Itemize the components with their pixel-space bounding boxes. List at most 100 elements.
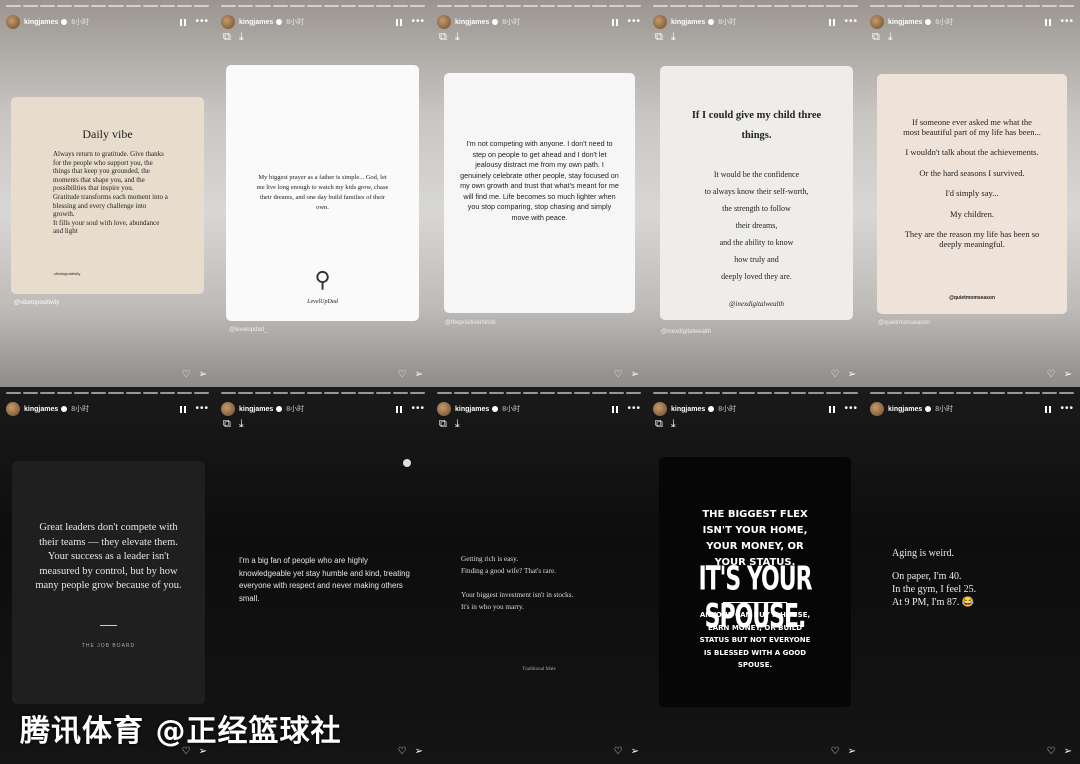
- pause-icon[interactable]: [180, 405, 187, 413]
- story-panel[interactable]: kingjames 8小时 ••• ⧉ ⤓ THE BIGGEST FLEX ISN'T …: [647, 387, 864, 764]
- avatar[interactable]: [437, 402, 451, 416]
- card-line: At 9 PM, I'm 87. 😂: [892, 597, 975, 608]
- username[interactable]: kingjames: [24, 406, 58, 413]
- avatar[interactable]: [6, 402, 20, 416]
- pause-icon[interactable]: [612, 18, 619, 26]
- pause-icon[interactable]: [612, 405, 619, 413]
- like-icon[interactable]: ♡: [614, 369, 623, 380]
- more-icon[interactable]: •••: [195, 404, 209, 414]
- avatar[interactable]: [221, 15, 235, 29]
- more-icon[interactable]: •••: [411, 17, 425, 27]
- like-icon[interactable]: ♡: [1047, 369, 1056, 380]
- send-icon[interactable]: ➢: [415, 369, 423, 380]
- like-icon[interactable]: ♡: [398, 746, 407, 757]
- send-icon[interactable]: ➢: [848, 369, 856, 380]
- send-icon[interactable]: ➢: [415, 746, 423, 757]
- avatar[interactable]: [6, 15, 20, 29]
- avatar[interactable]: [870, 15, 884, 29]
- download-icon[interactable]: ⤓: [455, 418, 460, 431]
- card-signature: THE JOB BOARD: [81, 643, 136, 649]
- story-panel[interactable]: kingjames 8小时 ••• ⧉ ⤓ I'm not competing with …: [431, 0, 647, 387]
- source-handle[interactable]: @levelupdad_: [229, 327, 267, 333]
- story-panel[interactable]: kingjames 8小时 ••• @KanheelonAging is weird.…: [864, 387, 1080, 764]
- story-panel[interactable]: kingjames 8小时 ••• ⧉ ⤓ Getting rich is easy. Fi…: [431, 387, 647, 764]
- progress-segment: [40, 5, 56, 7]
- like-icon[interactable]: ♡: [182, 369, 191, 380]
- pause-icon[interactable]: [829, 18, 836, 26]
- source-handle[interactable]: @vibetopositivity: [14, 300, 59, 306]
- open-link-icon[interactable]: ⧉: [655, 31, 663, 44]
- open-link-icon[interactable]: ⧉: [439, 418, 447, 431]
- download-icon[interactable]: ⤓: [455, 31, 460, 44]
- username[interactable]: kingjames: [888, 406, 922, 413]
- post-time: 8小时: [718, 406, 737, 413]
- source-handle[interactable]: @inexdigitalwealth: [661, 329, 711, 335]
- progress-segment: [358, 5, 374, 7]
- send-icon[interactable]: ➢: [631, 746, 639, 757]
- like-icon[interactable]: ♡: [398, 369, 407, 380]
- more-icon[interactable]: •••: [844, 404, 858, 414]
- username[interactable]: kingjames: [671, 19, 705, 26]
- avatar[interactable]: [437, 15, 451, 29]
- source-handle[interactable]: @quietmomseason: [878, 320, 930, 326]
- avatar[interactable]: [870, 402, 884, 416]
- open-link-icon[interactable]: ⧉: [872, 31, 880, 44]
- pause-bar: [616, 405, 619, 413]
- like-icon[interactable]: ♡: [614, 746, 623, 757]
- username[interactable]: kingjames: [888, 19, 922, 26]
- username[interactable]: kingjames: [239, 19, 273, 26]
- send-icon[interactable]: ➢: [1064, 746, 1072, 757]
- pause-bar: [400, 405, 403, 413]
- more-icon[interactable]: •••: [844, 17, 858, 27]
- send-icon[interactable]: ➢: [1064, 369, 1072, 380]
- more-icon[interactable]: •••: [1060, 404, 1074, 414]
- story-panel[interactable]: kingjames 8小时 ••• ⧉ ⤓ If someone ever asked m…: [864, 0, 1080, 387]
- username[interactable]: kingjames: [455, 19, 489, 26]
- send-icon[interactable]: ➢: [848, 746, 856, 757]
- more-icon[interactable]: •••: [627, 404, 641, 414]
- source-handle[interactable]: @thepositiveminds: [445, 320, 496, 326]
- pause-bar: [833, 405, 836, 413]
- more-icon[interactable]: •••: [627, 17, 641, 27]
- like-icon[interactable]: ♡: [831, 369, 840, 380]
- story-panel[interactable]: kingjames 8小时 ••• ⧉ ⤓ My biggest prayer as a …: [215, 0, 431, 387]
- card-bottom-text: ANYONE CAN BUY A HOUSE, EARN MONEY, OR B…: [699, 611, 811, 669]
- open-link-icon[interactable]: ⧉: [223, 31, 231, 44]
- story-header: kingjames 8小时 •••: [221, 400, 425, 418]
- card-line: deeply loved they are.: [721, 272, 792, 281]
- avatar[interactable]: [221, 402, 235, 416]
- progress-segment: [437, 392, 453, 394]
- story-panel[interactable]: kingjames 8小时 ••• Daily vibe Always return t…: [0, 0, 215, 387]
- story-panel[interactable]: kingjames 8小时 ••• ⧉ ⤓ If I could give my chil…: [647, 0, 864, 387]
- pause-bar: [1049, 405, 1052, 413]
- more-icon[interactable]: •••: [1060, 17, 1074, 27]
- send-icon[interactable]: ➢: [199, 369, 207, 380]
- like-icon[interactable]: ♡: [1047, 746, 1056, 757]
- open-link-icon[interactable]: ⧉: [439, 31, 447, 44]
- send-icon[interactable]: ➢: [631, 369, 639, 380]
- username[interactable]: kingjames: [239, 406, 273, 413]
- username[interactable]: kingjames: [455, 406, 489, 413]
- more-icon[interactable]: •••: [411, 404, 425, 414]
- download-icon[interactable]: ⤓: [239, 31, 244, 44]
- username[interactable]: kingjames: [671, 406, 705, 413]
- story-footer: ♡ ➢: [614, 369, 639, 380]
- progress-segment: [6, 392, 22, 394]
- pause-icon[interactable]: [1045, 18, 1052, 26]
- download-icon[interactable]: ⤓: [239, 418, 244, 431]
- pause-icon[interactable]: [1045, 405, 1052, 413]
- pause-icon[interactable]: [396, 405, 403, 413]
- pause-icon[interactable]: [396, 18, 403, 26]
- pause-icon[interactable]: [180, 18, 187, 26]
- open-link-icon[interactable]: ⧉: [223, 418, 231, 431]
- like-icon[interactable]: ♡: [831, 746, 840, 757]
- avatar[interactable]: [653, 402, 667, 416]
- download-icon[interactable]: ⤓: [888, 31, 893, 44]
- more-icon[interactable]: •••: [195, 17, 209, 27]
- download-icon[interactable]: ⤓: [671, 31, 676, 44]
- pause-icon[interactable]: [829, 405, 836, 413]
- open-link-icon[interactable]: ⧉: [655, 418, 663, 431]
- download-icon[interactable]: ⤓: [671, 418, 676, 431]
- avatar[interactable]: [653, 15, 667, 29]
- username[interactable]: kingjames: [24, 19, 58, 26]
